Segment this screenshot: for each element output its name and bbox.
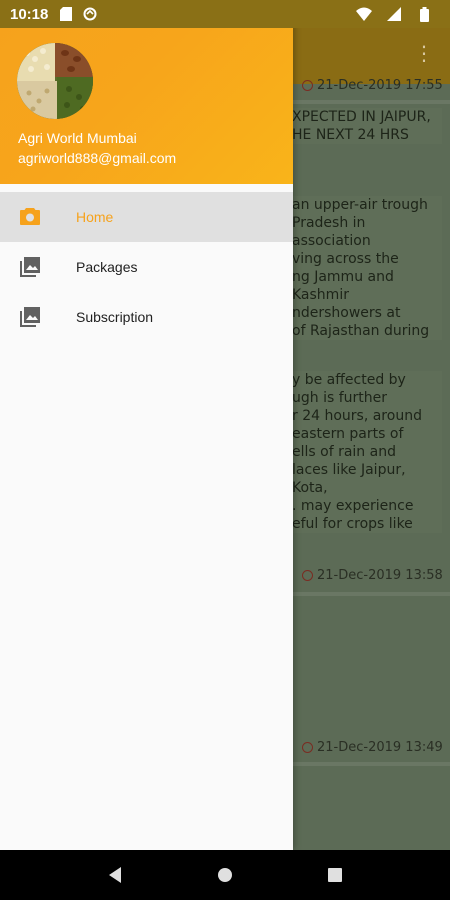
- grains-avatar[interactable]: [17, 43, 93, 119]
- home-icon[interactable]: [205, 855, 245, 895]
- drawer-item-home[interactable]: Home: [0, 192, 293, 242]
- news-title[interactable]: XPECTED IN JAIPUR, HE NEXT 24 HRS: [292, 108, 442, 144]
- drawer-item-subscription[interactable]: Subscription: [0, 292, 293, 342]
- sd-card-icon: [58, 6, 74, 22]
- status-time: 10:18: [10, 5, 49, 23]
- timestamp-text: 21-Dec-2019 13:58: [317, 568, 443, 583]
- signal-icon: [386, 6, 402, 22]
- timestamp-text: 21-Dec-2019 17:55: [317, 78, 443, 93]
- sync-icon: [82, 6, 98, 22]
- status-bar: 10:18: [0, 0, 450, 28]
- navigation-drawer: Agri World Mumbai agriworld888@gmail.com…: [0, 0, 293, 850]
- timestamp-text: 21-Dec-2019 13:49: [317, 740, 443, 755]
- profile-email: agriworld888@gmail.com: [18, 150, 177, 166]
- card-divider: [292, 592, 450, 596]
- system-nav-bar: [0, 850, 450, 900]
- card-footer-timestamp: 21-Dec-2019 13:58: [302, 568, 443, 583]
- drawer-item-label: Subscription: [76, 309, 154, 325]
- card-divider: [292, 100, 450, 104]
- wifi-icon: [356, 6, 372, 22]
- card-divider: [292, 762, 450, 766]
- card2-timestamp: 21-Dec-2019 13:49: [302, 740, 443, 755]
- gallery-icon: [18, 255, 42, 279]
- drawer-item-label: Packages: [76, 259, 138, 275]
- clock-icon: [302, 80, 313, 91]
- camera-icon: [18, 205, 42, 229]
- overflow-menu-icon[interactable]: ⋮: [414, 44, 434, 64]
- news-body-2: y be affected by ugh is further r 24 hou…: [292, 371, 442, 533]
- drawer-item-label: Home: [76, 209, 114, 225]
- gallery-icon: [18, 305, 42, 329]
- recents-icon[interactable]: [315, 855, 355, 895]
- drawer-menu: Home Packages Subscription: [0, 192, 293, 342]
- profile-name: Agri World Mumbai: [18, 130, 137, 146]
- news-body-1: an upper-air trough Pradesh in associati…: [292, 196, 442, 340]
- clock-icon: [302, 570, 313, 581]
- back-icon[interactable]: [95, 855, 135, 895]
- battery-icon: [416, 6, 432, 22]
- clock-icon: [302, 742, 313, 753]
- drawer-item-packages[interactable]: Packages: [0, 242, 293, 292]
- card-timestamp: 21-Dec-2019 17:55: [302, 78, 443, 93]
